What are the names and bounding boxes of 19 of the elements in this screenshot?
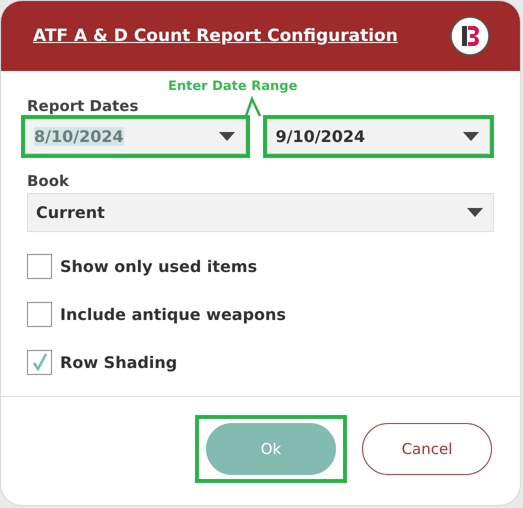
checkbox[interactable]: [27, 254, 52, 278]
dropdown-arrow-icon: [463, 132, 479, 141]
date-dropdown[interactable]: 9/10/2024: [266, 119, 490, 154]
cancel-button[interactable]: Cancel: [362, 423, 492, 475]
dropdown-arrow-icon: [467, 208, 483, 217]
logo-icon: [450, 16, 490, 56]
checkbox-label: Row Shading: [60, 352, 178, 372]
field-label: Report Dates: [27, 97, 138, 115]
annotation-label: Enter Date Range: [168, 79, 298, 96]
checkbox-label: Show only used items: [60, 256, 258, 276]
book-dropdown[interactable]: Current: [27, 193, 494, 232]
dropdown-arrow-icon: [218, 132, 235, 141]
dialog-title: ATF A & D Count Report Configuration: [33, 26, 398, 46]
checkbox[interactable]: [27, 302, 52, 326]
checkbox-label: Include antique weapons: [60, 304, 286, 324]
field-label: Book: [27, 172, 70, 190]
date-dropdown[interactable]: 8/10/2024: [25, 119, 246, 154]
checkbox[interactable]: [27, 350, 52, 374]
checkmark-icon: [32, 353, 48, 371]
